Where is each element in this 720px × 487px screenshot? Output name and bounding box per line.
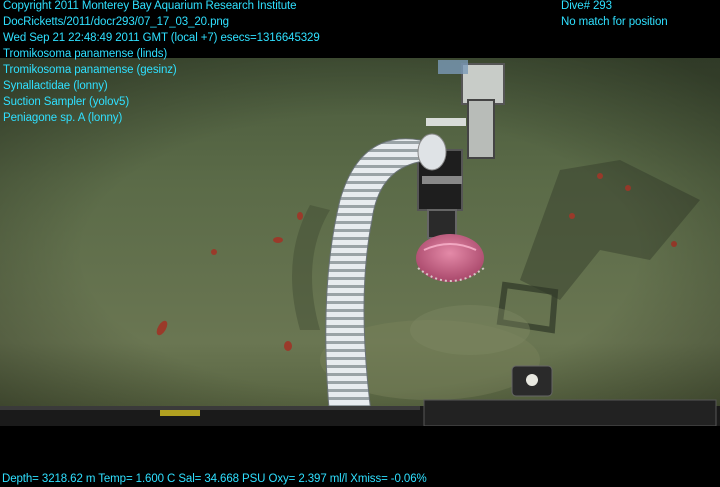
position-status: No match for position bbox=[561, 16, 668, 28]
overlay-top-left: Copyright 2011 Monterey Bay Aquarium Res… bbox=[3, 0, 320, 126]
sensor-readout: Depth= 3218.62 m Temp= 1.600 C Sal= 34.6… bbox=[2, 473, 427, 485]
copyright-line: Copyright 2011 Monterey Bay Aquarium Res… bbox=[3, 0, 297, 12]
rov-video-frame: Copyright 2011 Monterey Bay Aquarium Res… bbox=[0, 0, 720, 486]
annotation-line-3: Synallactidae (lonny) bbox=[3, 80, 108, 92]
timestamp-line: Wed Sep 21 22:48:49 2011 GMT (local +7) … bbox=[3, 32, 320, 44]
annotation-line-2: Tromikosoma panamense (gesinz) bbox=[3, 64, 177, 76]
filename-line: DocRicketts/2011/docr293/07_17_03_20.png bbox=[3, 16, 229, 28]
overlay-top-right: Dive# 293 No match for position bbox=[561, 0, 668, 30]
annotation-line-5: Peniagone sp. A (lonny) bbox=[3, 112, 123, 124]
dive-number: Dive# 293 bbox=[561, 0, 612, 12]
specimen-peniagone bbox=[416, 234, 485, 282]
annotation-line-4: Suction Sampler (yolov5) bbox=[3, 96, 130, 108]
annotation-line-1: Tromikosoma panamense (linds) bbox=[3, 48, 168, 60]
